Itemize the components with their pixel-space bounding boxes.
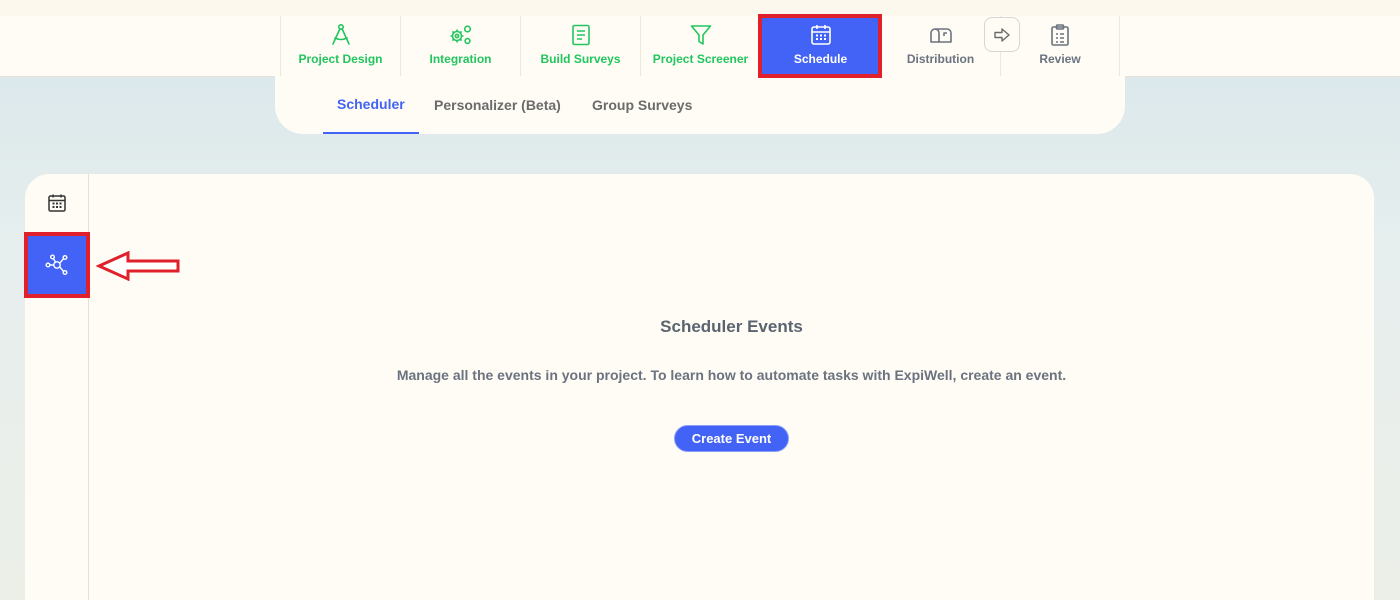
nav-label: Build Surveys	[540, 52, 621, 66]
nav-label: Schedule	[793, 52, 848, 66]
nav-project-design[interactable]: Project Design	[280, 16, 400, 76]
create-event-button[interactable]: Create Event	[674, 425, 789, 452]
nav-label: Integration	[429, 52, 492, 66]
nav-label: Distribution	[906, 52, 975, 66]
empty-state-description: Manage all the events in your project. T…	[396, 367, 1067, 383]
network-icon	[45, 254, 68, 276]
sub-tabs: Scheduler Personalizer (Beta) Group Surv…	[275, 76, 1125, 134]
main-panel: Scheduler Events Manage all the events i…	[24, 174, 1374, 600]
nav-integration[interactable]: Integration	[400, 16, 520, 76]
nav-build-surveys[interactable]: Build Surveys	[520, 16, 640, 76]
rail-calendar-button[interactable]	[28, 174, 86, 232]
next-step-button[interactable]	[984, 17, 1020, 52]
calendar-icon	[48, 194, 66, 212]
tab-personalizer[interactable]: Personalizer (Beta)	[434, 76, 561, 134]
tab-scheduler[interactable]: Scheduler	[323, 76, 419, 134]
nav-project-screener[interactable]: Project Screener	[640, 16, 760, 76]
nav-schedule[interactable]: Schedule	[758, 14, 882, 78]
rail-personalizer-button[interactable]	[24, 232, 90, 298]
arrow-right-icon	[994, 27, 1010, 42]
tab-label: Personalizer (Beta)	[434, 97, 561, 113]
nav-label: Review	[1039, 52, 1081, 66]
annotation-arrow-icon	[96, 251, 180, 281]
nav-distribution[interactable]: Distribution	[880, 16, 1000, 76]
calendar-icon	[810, 25, 831, 45]
mailbox-icon	[929, 28, 952, 43]
compass-icon	[331, 23, 350, 45]
gears-icon	[450, 25, 471, 45]
tab-label: Group Surveys	[592, 97, 693, 113]
tab-label: Scheduler	[337, 96, 405, 112]
nav-label: Project Screener	[652, 52, 749, 66]
tab-group-surveys[interactable]: Group Surveys	[592, 76, 692, 134]
side-rail	[24, 174, 90, 600]
clipboard-icon	[1051, 24, 1069, 46]
filter-icon	[690, 25, 711, 45]
empty-state-title: Scheduler Events	[660, 317, 803, 336]
document-icon	[571, 24, 590, 46]
nav-label: Project Design	[298, 52, 383, 66]
